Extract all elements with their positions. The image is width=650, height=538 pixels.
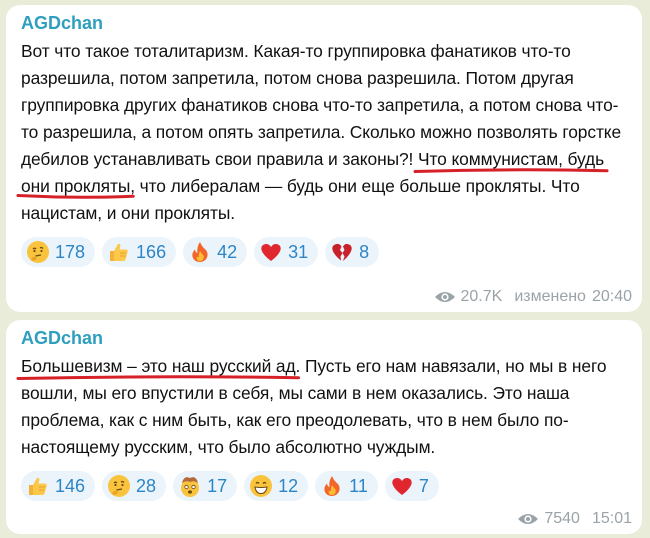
reaction-chip[interactable]: 28 (102, 471, 167, 501)
fire-emoji (324, 476, 340, 496)
reactions-bar: 178 166 42 31 8 (21, 237, 628, 267)
reaction-chip[interactable]: 7 (384, 471, 439, 501)
eye-icon (518, 514, 539, 524)
reaction-chip[interactable]: 166 (102, 237, 177, 267)
fire-emoji (192, 242, 208, 262)
thumbs-up-emoji (29, 477, 47, 495)
reaction-count: 17 (207, 475, 228, 496)
message-text: Вот что такое тоталитаризм. Какая-то гру… (21, 38, 628, 227)
reaction-count: 12 (278, 475, 299, 496)
eye-icon (434, 292, 455, 302)
view-count: 7540 (544, 510, 580, 527)
message-meta: 7540 15:01 (517, 510, 632, 528)
reaction-count: 42 (217, 241, 238, 262)
reaction-chip[interactable]: 178 (21, 237, 96, 267)
underlined-quote: Большевизм – это наш русский ад (21, 356, 296, 376)
thinking-face-emoji (108, 475, 131, 497)
grinning-face-emoji (250, 475, 273, 497)
message-author[interactable]: AGDchan (21, 13, 628, 33)
message-time: 15:01 (591, 510, 632, 527)
message-author[interactable]: AGDchan (21, 328, 628, 348)
reaction-chip[interactable]: 12 (244, 471, 309, 501)
red-heart-emoji (392, 477, 412, 495)
reaction-count: 7 (418, 475, 429, 496)
view-count: 20.7K (460, 288, 503, 305)
red-heart-emoji (261, 243, 281, 261)
reaction-chip[interactable]: 11 (315, 471, 378, 501)
reaction-chip[interactable]: 17 (173, 471, 238, 501)
message-bubble[interactable]: AGDchan Вот что такое тоталитаризм. Кака… (6, 5, 642, 312)
edited-label: изменено (514, 288, 586, 305)
reactions-bar: 146 28 17 12 11 7 (21, 471, 628, 501)
reaction-count: 28 (136, 475, 157, 496)
reaction-chip[interactable]: 8 (325, 237, 380, 267)
message-time: 20:40 (591, 288, 632, 305)
message-bubble[interactable]: AGDchan Большевизм – это наш русский ад.… (6, 320, 642, 534)
thumbs-up-emoji (110, 243, 128, 261)
broken-heart-emoji (332, 243, 352, 261)
reaction-count: 146 (55, 475, 86, 496)
reaction-chip[interactable]: 31 (254, 237, 319, 267)
reaction-count: 31 (288, 241, 309, 262)
message-text: Большевизм – это наш русский ад. Пусть е… (21, 353, 628, 461)
reaction-count: 178 (55, 241, 86, 262)
thinking-face-emoji (27, 241, 49, 263)
reaction-count: 8 (359, 241, 370, 262)
reaction-chip[interactable]: 146 (21, 471, 96, 501)
reaction-count: 166 (136, 241, 167, 262)
message-meta: 20.7K изменено 20:40 (434, 288, 632, 306)
reaction-chip[interactable]: 42 (183, 237, 248, 267)
reaction-count: 11 (349, 475, 368, 496)
exploding-head-emoji (181, 477, 200, 497)
